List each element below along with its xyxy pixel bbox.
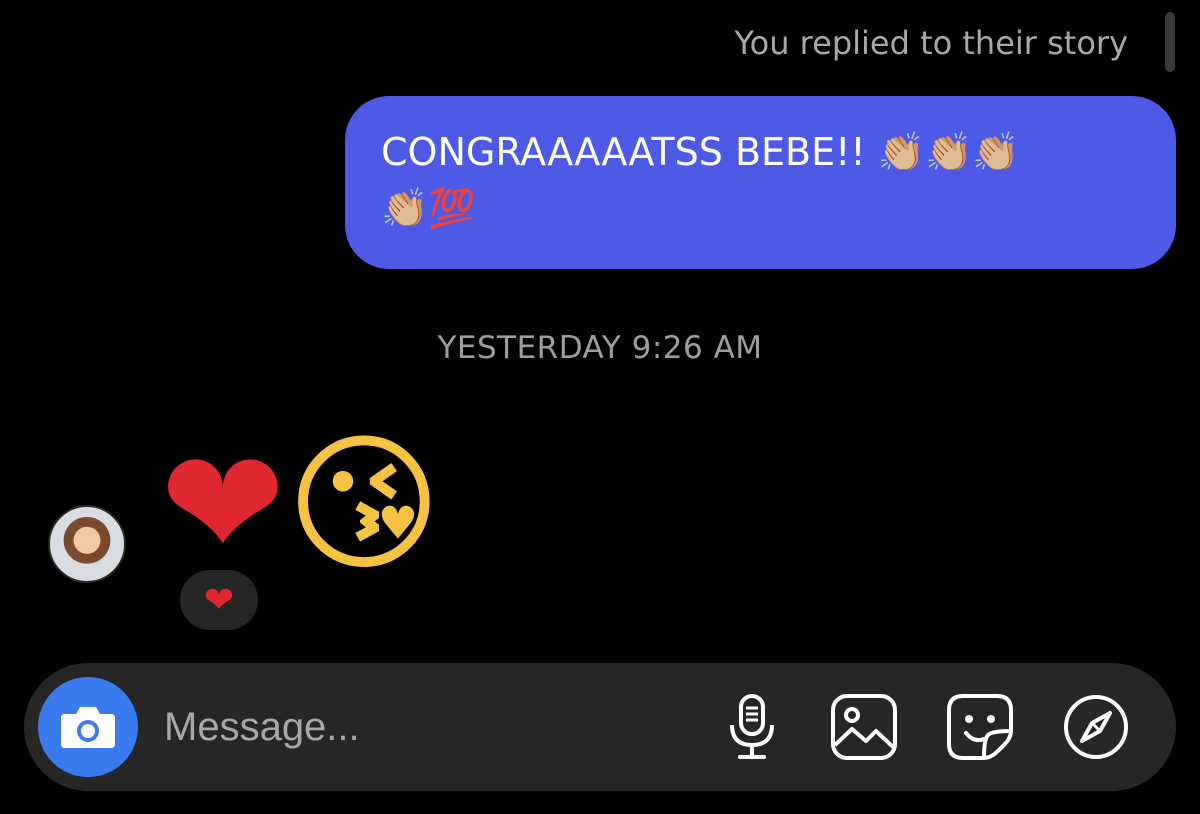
sticker-icon — [947, 694, 1013, 760]
compass-icon — [1064, 695, 1128, 759]
sender-avatar[interactable] — [48, 505, 126, 583]
camera-icon — [61, 707, 115, 748]
message-input[interactable] — [164, 697, 684, 757]
heart-reaction-badge[interactable]: ❤ — [176, 566, 262, 634]
camera-button[interactable] — [38, 677, 138, 777]
heart-reaction-icon: ❤ — [203, 579, 235, 621]
kiss-emoji: 😘 — [285, 418, 443, 592]
story-reply-note: You replied to their story — [734, 24, 1128, 62]
received-emoji-message[interactable]: ❤😘 — [160, 420, 442, 590]
scroll-indicator[interactable] — [1165, 12, 1175, 72]
gallery-icon — [831, 694, 897, 760]
microphone-icon — [730, 694, 774, 759]
microphone-button[interactable] — [716, 691, 788, 763]
message-timestamp: YESTERDAY 9:26 AM — [437, 330, 763, 366]
sticker-button[interactable] — [944, 691, 1016, 763]
sent-message-bubble[interactable]: CONGRAAAAATSS BEBE!! 👏🏼👏🏼👏🏼 👏🏼💯 — [345, 96, 1176, 269]
explore-button[interactable] — [1060, 691, 1132, 763]
sent-message-text: CONGRAAAAATSS BEBE!! 👏🏼👏🏼👏🏼 👏🏼💯 — [381, 130, 1020, 230]
gallery-button[interactable] — [828, 691, 900, 763]
message-composer — [24, 663, 1176, 791]
